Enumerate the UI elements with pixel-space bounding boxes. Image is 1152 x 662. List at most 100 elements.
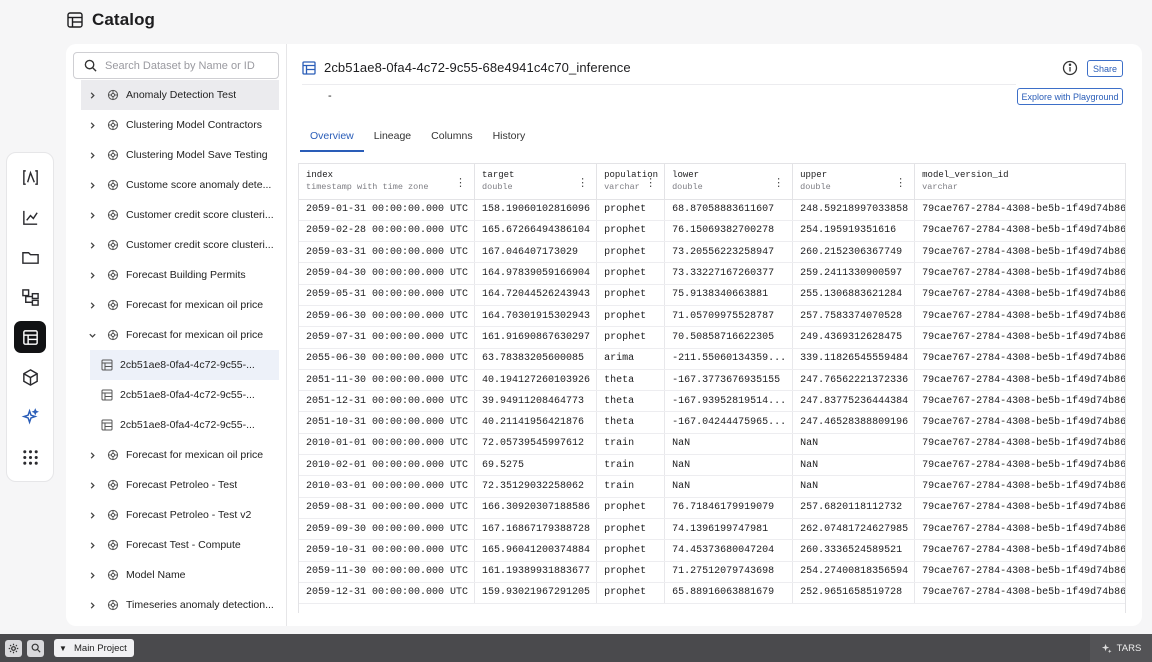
tree-child-item[interactable]: 2cb51ae8-0fa4-4c72-9c55-...	[90, 350, 279, 380]
chevron-right-icon[interactable]	[85, 91, 99, 100]
tree-item[interactable]: Forecast for mexican oil price	[81, 440, 279, 470]
column-menu-icon[interactable]: ⋮	[1125, 176, 1126, 189]
tree-item[interactable]: Customer credit score clusteri...	[81, 230, 279, 260]
column-menu-icon[interactable]: ⋮	[645, 176, 656, 189]
search-input[interactable]	[105, 59, 265, 72]
table-row[interactable]: 2010-03-01 00:00:00.000 UTC 72.3512903225…	[299, 475, 1125, 498]
tab-overview[interactable]: Overview	[300, 130, 364, 152]
table-row[interactable]: 2059-02-28 00:00:00.000 UTC 165.672664943…	[299, 220, 1125, 243]
tree-item[interactable]: Forecast for mexican oil price	[81, 320, 279, 350]
table-row[interactable]: 2059-10-31 00:00:00.000 UTC 165.960412003…	[299, 539, 1125, 562]
rail-chart-button[interactable]	[14, 201, 46, 233]
chevron-right-icon[interactable]	[85, 511, 99, 520]
table-row[interactable]: 2059-04-30 00:00:00.000 UTC 164.978390591…	[299, 262, 1125, 285]
chevron-right-icon[interactable]	[85, 271, 99, 280]
tree-child-item[interactable]: 2cb51ae8-0fa4-4c72-9c55-...	[81, 410, 279, 440]
table-row[interactable]: 2059-07-31 00:00:00.000 UTC 161.916908676…	[299, 326, 1125, 349]
column-header[interactable]: lower double ⋮	[664, 164, 794, 200]
gear-icon	[8, 643, 19, 653]
tree-item[interactable]: Model Name	[81, 560, 279, 590]
assistant-button[interactable]: TARS	[1090, 634, 1152, 662]
chevron-right-icon[interactable]	[85, 121, 99, 130]
rail-lambda-button[interactable]	[14, 161, 46, 193]
table-row[interactable]: 2055-06-30 00:00:00.000 UTC 63.7838320560…	[299, 348, 1125, 370]
table-cell: theta	[596, 390, 666, 413]
table-row[interactable]: 2059-06-30 00:00:00.000 UTC 164.703019153…	[299, 305, 1125, 328]
chevron-right-icon[interactable]	[85, 181, 99, 190]
rail-catalog-button[interactable]	[14, 321, 46, 353]
table-row[interactable]: 2059-01-31 00:00:00.000 UTC 158.190601028…	[299, 199, 1125, 221]
apps-grid-icon	[22, 449, 38, 465]
chevron-right-icon[interactable]	[85, 301, 99, 310]
column-header[interactable]: model_version_idvarchar ⋮	[914, 164, 1126, 200]
explore-playground-button[interactable]: Explore with Playground	[1017, 88, 1123, 105]
table-row[interactable]: 2059-08-31 00:00:00.000 UTC 166.309203071…	[299, 497, 1125, 519]
table-row[interactable]: 2059-09-30 00:00:00.000 UTC 167.168671793…	[299, 518, 1125, 541]
table-row[interactable]: 2051-11-30 00:00:00.000 UTC 40.1941272601…	[299, 369, 1125, 392]
column-header[interactable]: index timestamp with time zone ⋮	[299, 164, 476, 200]
table-row[interactable]: 2010-01-01 00:00:00.000 UTC 72.0573954599…	[299, 433, 1125, 456]
table-row[interactable]: 2059-12-31 00:00:00.000 UTC 159.930219672…	[299, 582, 1125, 605]
tab-columns[interactable]: Columns	[421, 130, 482, 152]
data-preview-table-container[interactable]: index timestamp with time zone ⋮ target doub…	[298, 163, 1126, 613]
chevron-right-icon[interactable]	[85, 451, 99, 460]
info-icon[interactable]	[1062, 60, 1078, 76]
column-menu-icon[interactable]: ⋮	[577, 176, 588, 189]
chevron-right-icon[interactable]	[85, 541, 99, 550]
tree-item[interactable]: Forecast Petroleo - Test v2	[81, 500, 279, 530]
table-row[interactable]: 2051-12-31 00:00:00.000 UTC 39.9491120846…	[299, 390, 1125, 413]
chevron-right-icon[interactable]	[85, 151, 99, 160]
table-cell: 2010-01-01 00:00:00.000 UTC	[299, 433, 476, 456]
tree-item[interactable]: Forecast Test - Compute	[81, 530, 279, 560]
table-cell: 79cae767-2784-4308-be5b-1f49d74b867f	[914, 433, 1125, 456]
table-row[interactable]: 2051-10-31 00:00:00.000 UTC 40.2114195642…	[299, 411, 1125, 434]
table-row[interactable]: 2059-05-31 00:00:00.000 UTC 164.720445262…	[299, 284, 1125, 306]
tree-item[interactable]: Clustering Model Save Testing	[81, 140, 279, 170]
table-row[interactable]: 2059-11-30 00:00:00.000 UTC 161.193899318…	[299, 561, 1125, 583]
chevron-right-icon[interactable]	[85, 481, 99, 490]
chevron-right-icon[interactable]	[85, 601, 99, 610]
column-menu-icon[interactable]: ⋮	[773, 176, 784, 189]
chevron-right-icon[interactable]	[85, 571, 99, 580]
tab-lineage[interactable]: Lineage	[364, 130, 421, 152]
search-box[interactable]	[73, 52, 279, 79]
chevron-down-icon[interactable]	[85, 331, 99, 340]
rail-apps-button[interactable]	[14, 441, 46, 473]
tree-child-item[interactable]: 2cb51ae8-0fa4-4c72-9c55-...	[81, 380, 279, 410]
settings-button[interactable]	[5, 639, 22, 657]
tree-item[interactable]: Clustering Model Contractors	[81, 110, 279, 140]
table-cell: 2059-10-31 00:00:00.000 UTC	[299, 539, 476, 562]
project-selector[interactable]: ▼ Main Project	[54, 639, 134, 657]
tree-item[interactable]: Custome score anomaly dete...	[81, 170, 279, 200]
table-cell: theta	[596, 411, 666, 434]
column-header[interactable]: population varchar ⋮	[596, 164, 666, 200]
table-cell: 2059-01-31 00:00:00.000 UTC	[299, 199, 476, 221]
chevron-right-icon[interactable]	[85, 211, 99, 220]
tab-history[interactable]: History	[483, 130, 536, 152]
column-header[interactable]: target double ⋮	[474, 164, 598, 200]
assistant-label: TARS	[1116, 642, 1142, 654]
rail-cube-button[interactable]	[14, 361, 46, 393]
tree-item[interactable]: Timeseries anomaly detection...	[81, 590, 279, 620]
table-cell: 79cae767-2784-4308-be5b-1f49d74b867f	[914, 411, 1125, 434]
tree-item[interactable]: Forecast for mexican oil price	[81, 290, 279, 320]
table-cell: 79cae767-2784-4308-be5b-1f49d74b867f	[914, 348, 1125, 370]
table-row[interactable]: 2010-02-01 00:00:00.000 UTC 69.5275 train N…	[299, 454, 1125, 477]
column-menu-icon[interactable]: ⋮	[895, 176, 906, 189]
rail-folder-button[interactable]	[14, 241, 46, 273]
rail-sparkle-button[interactable]	[14, 401, 46, 433]
chevron-right-icon[interactable]	[85, 241, 99, 250]
column-header[interactable]: upper double ⋮	[792, 164, 916, 200]
share-button[interactable]: Share	[1087, 60, 1123, 77]
table-cell: 2059-03-31 00:00:00.000 UTC	[299, 241, 476, 264]
tree-item-label: Customer credit score clusteri...	[126, 209, 274, 221]
column-menu-icon[interactable]: ⋮	[455, 176, 466, 189]
table-cell: 79cae767-2784-4308-be5b-1f49d74b867f	[914, 262, 1125, 285]
rail-workflow-button[interactable]	[14, 281, 46, 313]
global-search-button[interactable]	[27, 639, 44, 657]
tree-item[interactable]: Forecast Petroleo - Test	[81, 470, 279, 500]
tree-item[interactable]: Customer credit score clusteri...	[81, 200, 279, 230]
tree-item[interactable]: Forecast Building Permits	[81, 260, 279, 290]
tree-item[interactable]: Anomaly Detection Test	[81, 80, 279, 110]
table-row[interactable]: 2059-03-31 00:00:00.000 UTC 167.046407173…	[299, 241, 1125, 264]
